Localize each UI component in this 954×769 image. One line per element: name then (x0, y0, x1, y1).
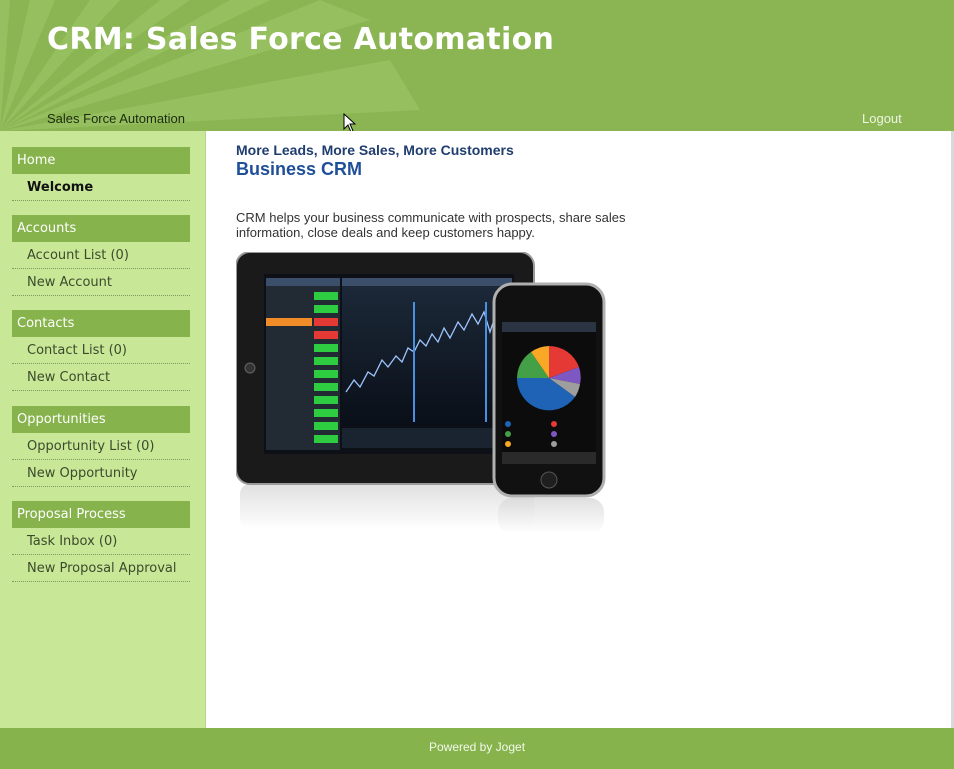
sidebar-item-contact-list[interactable]: Contact List (0) (12, 337, 190, 364)
sidebar-menu: Home Welcome Accounts Account List (0) N… (0, 131, 206, 728)
sidebar-item-account-list[interactable]: Account List (0) (12, 242, 190, 269)
sidebar-item-new-contact[interactable]: New Contact (12, 364, 190, 391)
crm-devices-image (236, 252, 606, 534)
sidebar-item-new-proposal-approval[interactable]: New Proposal Approval (12, 555, 190, 582)
header-banner: CRM: Sales Force Automation Sales Force … (0, 0, 954, 131)
sidebar-item-task-inbox[interactable]: Task Inbox (0) (12, 528, 190, 555)
sidebar-section-home[interactable]: Home (12, 147, 190, 174)
sidebar-item-opportunity-list[interactable]: Opportunity List (0) (12, 433, 190, 460)
sidebar-section-proposal-process[interactable]: Proposal Process (12, 501, 190, 528)
app-subtitle: Sales Force Automation (47, 111, 186, 126)
sidebar-item-welcome[interactable]: Welcome (12, 174, 190, 201)
footer-powered-by: Powered by Joget (428, 740, 526, 754)
app-title: CRM: Sales Force Automation (47, 22, 555, 57)
sidebar-section-opportunities[interactable]: Opportunities (12, 406, 190, 433)
mouse-pointer-icon (343, 113, 357, 131)
main-content: More Leads, More Sales, More Customers B… (206, 131, 952, 728)
logout-link[interactable]: Logout (862, 111, 902, 126)
sidebar-section-accounts[interactable]: Accounts (12, 215, 190, 242)
sidebar-section-contacts[interactable]: Contacts (12, 310, 190, 337)
footer: Powered by Joget (0, 728, 954, 769)
sidebar-item-new-account[interactable]: New Account (12, 269, 190, 296)
intro-paragraph: CRM helps your business communicate with… (236, 210, 626, 240)
content-title: Business CRM (236, 159, 363, 179)
content-tagline: More Leads, More Sales, More Customers (236, 142, 514, 158)
sidebar-item-new-opportunity[interactable]: New Opportunity (12, 460, 190, 487)
